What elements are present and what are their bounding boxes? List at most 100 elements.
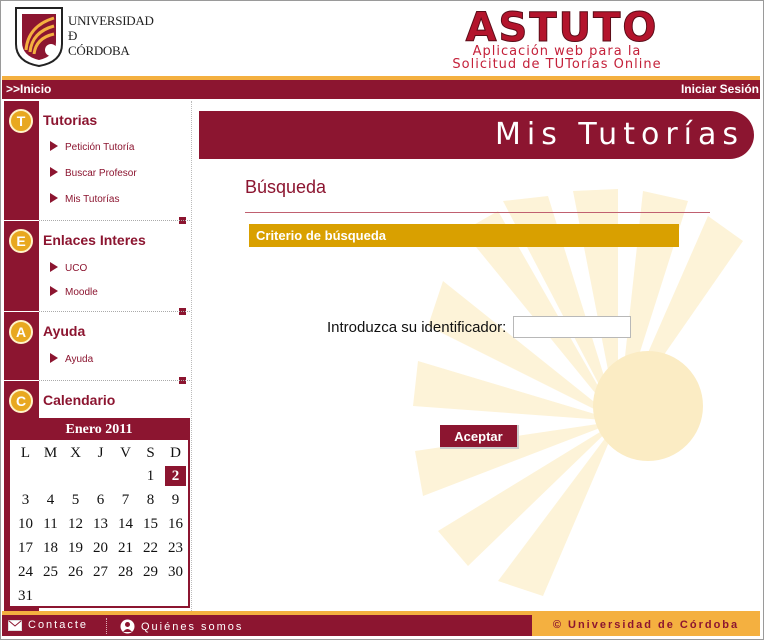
calendar-day[interactable]: 31: [13, 584, 38, 608]
ayuda-badge-icon: A: [9, 320, 33, 344]
section-title-enlaces[interactable]: Enlaces Interes: [43, 232, 146, 248]
calendar-day[interactable]: 7: [113, 488, 138, 512]
app-subtitle-line: Solicitud de TUTorías Online: [452, 57, 662, 72]
home-link[interactable]: >>Inicio: [6, 82, 51, 96]
calendar-day[interactable]: 27: [88, 560, 113, 584]
calendar-day[interactable]: 29: [138, 560, 163, 584]
footer-separator: [106, 618, 107, 634]
contact-label: Contacte: [28, 619, 89, 631]
calendar-grid: L M X J V S D 1 2 3 4 5 6 7 8 9 10 11 12 13 14 15 16 17 18 19 20 21…: [10, 440, 188, 608]
link-label: Ayuda: [65, 354, 94, 365]
university-name-line: CÓRDOBA: [68, 43, 130, 58]
calendar-widget: Enero 2011 L M X J V S D 1 2 3 4 5 6 7 8 9 10 11 12 13 14 15 1…: [8, 418, 190, 608]
calendar-day[interactable]: 13: [88, 512, 113, 536]
sidebar-link-ayuda[interactable]: Ayuda: [50, 353, 93, 365]
page-header: UNIVERSIDAD Đ CÓRDOBA ASTUTO Aplicación …: [2, 2, 760, 76]
calendar-day[interactable]: 18: [38, 536, 63, 560]
top-nav-bar: >>Inicio Iniciar Sesión: [2, 80, 760, 99]
calendar-day[interactable]: 1: [138, 464, 163, 488]
university-name-line: Đ: [68, 28, 78, 43]
calendar-day[interactable]: 25: [38, 560, 63, 584]
calendar-empty-cell: [13, 464, 38, 488]
sidebar: T Tutorias Petición Tutoría Buscar Profe…: [4, 101, 190, 611]
arrow-right-icon: [50, 141, 58, 151]
link-label: Petición Tutoría: [65, 142, 135, 153]
calendar-empty-cell: [88, 464, 113, 488]
link-label: Buscar Profesor: [65, 168, 137, 179]
about-link[interactable]: Quiénes somos: [120, 619, 243, 634]
calendar-day[interactable]: 5: [63, 488, 88, 512]
sidebar-section-tutorias: T Tutorias Petición Tutoría Buscar Profe…: [4, 101, 190, 224]
sidebar-link-mis-tutorias[interactable]: Mis Tutorías: [50, 193, 119, 205]
calendar-day[interactable]: 8: [138, 488, 163, 512]
arrow-right-icon: [50, 286, 58, 296]
calendar-weekday: X: [70, 445, 81, 461]
sidebar-link-uco[interactable]: UCO: [50, 262, 87, 274]
calendar-day[interactable]: 10: [13, 512, 38, 536]
calendar-weekday: D: [170, 445, 181, 461]
section-title-tutorias[interactable]: Tutorias: [43, 112, 97, 128]
calendario-badge-icon: C: [9, 389, 33, 413]
calendar-day[interactable]: 26: [63, 560, 88, 584]
calendar-empty-cell: [38, 464, 63, 488]
calendar-day[interactable]: 11: [38, 512, 63, 536]
calendar-empty-cell: [113, 464, 138, 488]
main-content: Mis Tutorías Búsqueda Criterio de búsque…: [193, 101, 760, 611]
calendar-day[interactable]: 22: [138, 536, 163, 560]
sidebar-section-enlaces: E Enlaces Interes UCO Moodle: [4, 221, 190, 315]
arrow-right-icon: [50, 167, 58, 177]
calendar-weekday: L: [20, 445, 31, 461]
calendar-day[interactable]: 24: [13, 560, 38, 584]
calendar-day[interactable]: 6: [88, 488, 113, 512]
sidebar-link-peticion-tutoria[interactable]: Petición Tutoría: [50, 141, 134, 153]
contact-link[interactable]: Contacte: [8, 619, 88, 631]
sidebar-link-moodle[interactable]: Moodle: [50, 286, 98, 298]
calendar-day[interactable]: 15: [138, 512, 163, 536]
calendar-day[interactable]: 23: [163, 536, 188, 560]
calendar-day[interactable]: 21: [113, 536, 138, 560]
arrow-right-icon: [50, 353, 58, 363]
calendar-day[interactable]: 12: [63, 512, 88, 536]
enlaces-badge-icon: E: [9, 229, 33, 253]
calendar-weekday: V: [120, 445, 131, 461]
calendar-day[interactable]: 28: [113, 560, 138, 584]
calendar-day[interactable]: 3: [13, 488, 38, 512]
calendar-day[interactable]: 4: [38, 488, 63, 512]
accept-button[interactable]: Aceptar: [440, 425, 519, 449]
calendar-weekday: J: [97, 445, 104, 461]
sidebar-section-ayuda: A Ayuda Ayuda: [4, 312, 190, 384]
sidebar-divider: [191, 101, 192, 611]
calendar-weekday: M: [43, 445, 58, 461]
calendar-day-today[interactable]: 2: [165, 466, 186, 486]
identifier-input[interactable]: [513, 316, 631, 338]
sidebar-link-buscar-profesor[interactable]: Buscar Profesor: [50, 167, 137, 179]
envelope-icon: [8, 619, 22, 631]
calendar-day[interactable]: 20: [88, 536, 113, 560]
arrow-right-icon: [50, 193, 58, 203]
calendar-weekday: S: [146, 445, 155, 461]
identifier-label: Introduzca su identificador:: [327, 319, 507, 336]
login-link[interactable]: Iniciar Sesión: [681, 82, 759, 96]
section-title-calendario[interactable]: Calendario: [43, 392, 115, 408]
search-heading: Búsqueda: [245, 177, 327, 197]
section-title-ayuda[interactable]: Ayuda: [43, 323, 85, 339]
link-label: Mis Tutorías: [65, 194, 120, 205]
about-label: Quiénes somos: [141, 620, 244, 633]
university-name: UNIVERSIDAD Đ CÓRDOBA: [68, 13, 154, 58]
calendar-month: Enero 2011: [10, 420, 188, 440]
calendar-day[interactable]: 17: [13, 536, 38, 560]
page-banner: Mis Tutorías: [199, 111, 754, 159]
calendar-day[interactable]: 30: [163, 560, 188, 584]
calendar-day[interactable]: 16: [163, 512, 188, 536]
criteria-bar: Criterio de búsqueda: [249, 224, 679, 247]
arrow-right-icon: [50, 262, 58, 272]
copyright-label: © Universidad de Córdoba: [532, 615, 760, 636]
link-label: Moodle: [65, 287, 98, 298]
calendar-day[interactable]: 19: [63, 536, 88, 560]
university-logo[interactable]: [14, 6, 64, 68]
calendar-day[interactable]: 9: [163, 488, 188, 512]
calendar-empty-cell: [63, 464, 88, 488]
footer-bar: Contacte Quiénes somos: [2, 615, 532, 636]
link-label: UCO: [65, 263, 88, 274]
calendar-day[interactable]: 14: [113, 512, 138, 536]
